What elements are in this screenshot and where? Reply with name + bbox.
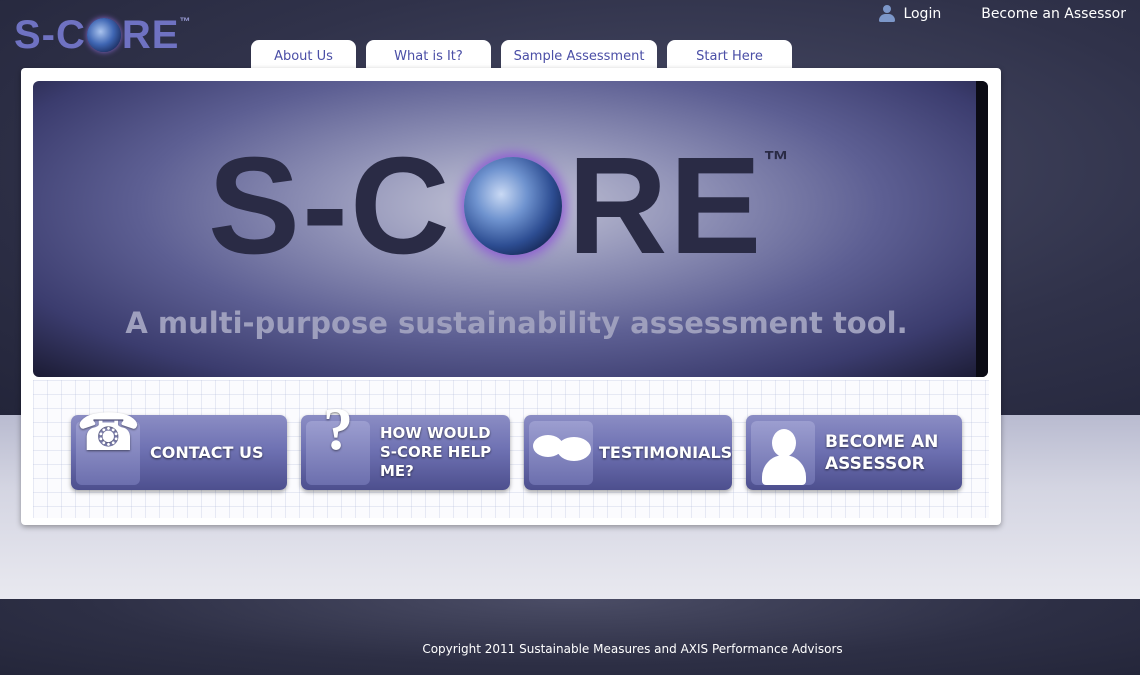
person-icon [751,420,815,485]
site-logo[interactable]: S-C RE ™ [14,12,191,58]
tab-start-here[interactable]: Start Here [667,40,792,68]
hero-tagline: A multi-purpose sustainability assessmen… [125,306,908,340]
how-would-score-help-button[interactable]: HOW WOULD S-CORE HELP ME? [301,415,510,490]
contact-us-label: CONTACT US [150,442,264,462]
footer-background [0,599,1140,675]
become-an-assessor-button[interactable]: BECOME AN ASSESSOR [746,415,962,490]
how-would-score-help-label: HOW WOULD S-CORE HELP ME? [380,424,492,480]
tab-what-is-it[interactable]: What is It? [366,40,491,68]
speech-bubbles-icon [529,420,593,485]
globe-icon [86,18,121,52]
testimonials-label: TESTIMONIALS [599,442,733,462]
tab-about-us[interactable]: About Us [251,40,356,68]
top-links: Login Become an Assessor [879,5,1126,23]
user-icon [879,5,896,23]
phone-icon [76,420,140,485]
become-an-assessor-label: BECOME AN ASSESSOR [825,431,939,474]
testimonials-button[interactable]: TESTIMONIALS [524,415,732,490]
login-link[interactable]: Login [903,6,941,22]
hero-logo-text-right: RE [567,128,764,283]
tab-sample-assessment[interactable]: Sample Assessment [501,40,657,68]
main-panel: S-C RE ™ A multi-purpose sustainability … [21,68,1001,525]
logo-text-left: S-C [14,12,86,57]
become-assessor-link[interactable]: Become an Assessor [981,6,1126,22]
contact-us-button[interactable]: CONTACT US [71,415,287,490]
hero-logo-text-left: S-C [208,128,452,283]
question-mark-icon [306,419,370,485]
earth-globe-icon [463,157,562,255]
hero-logo: S-C RE ™ [208,129,792,283]
hero-banner: S-C RE ™ A multi-purpose sustainability … [33,81,988,377]
logo-text-right: RE [121,12,180,57]
footer-copyright: Copyright 2011 Sustainable Measures and … [422,642,843,656]
logo-trademark: ™ [179,16,192,28]
hero-logo-trademark: ™ [763,145,792,175]
